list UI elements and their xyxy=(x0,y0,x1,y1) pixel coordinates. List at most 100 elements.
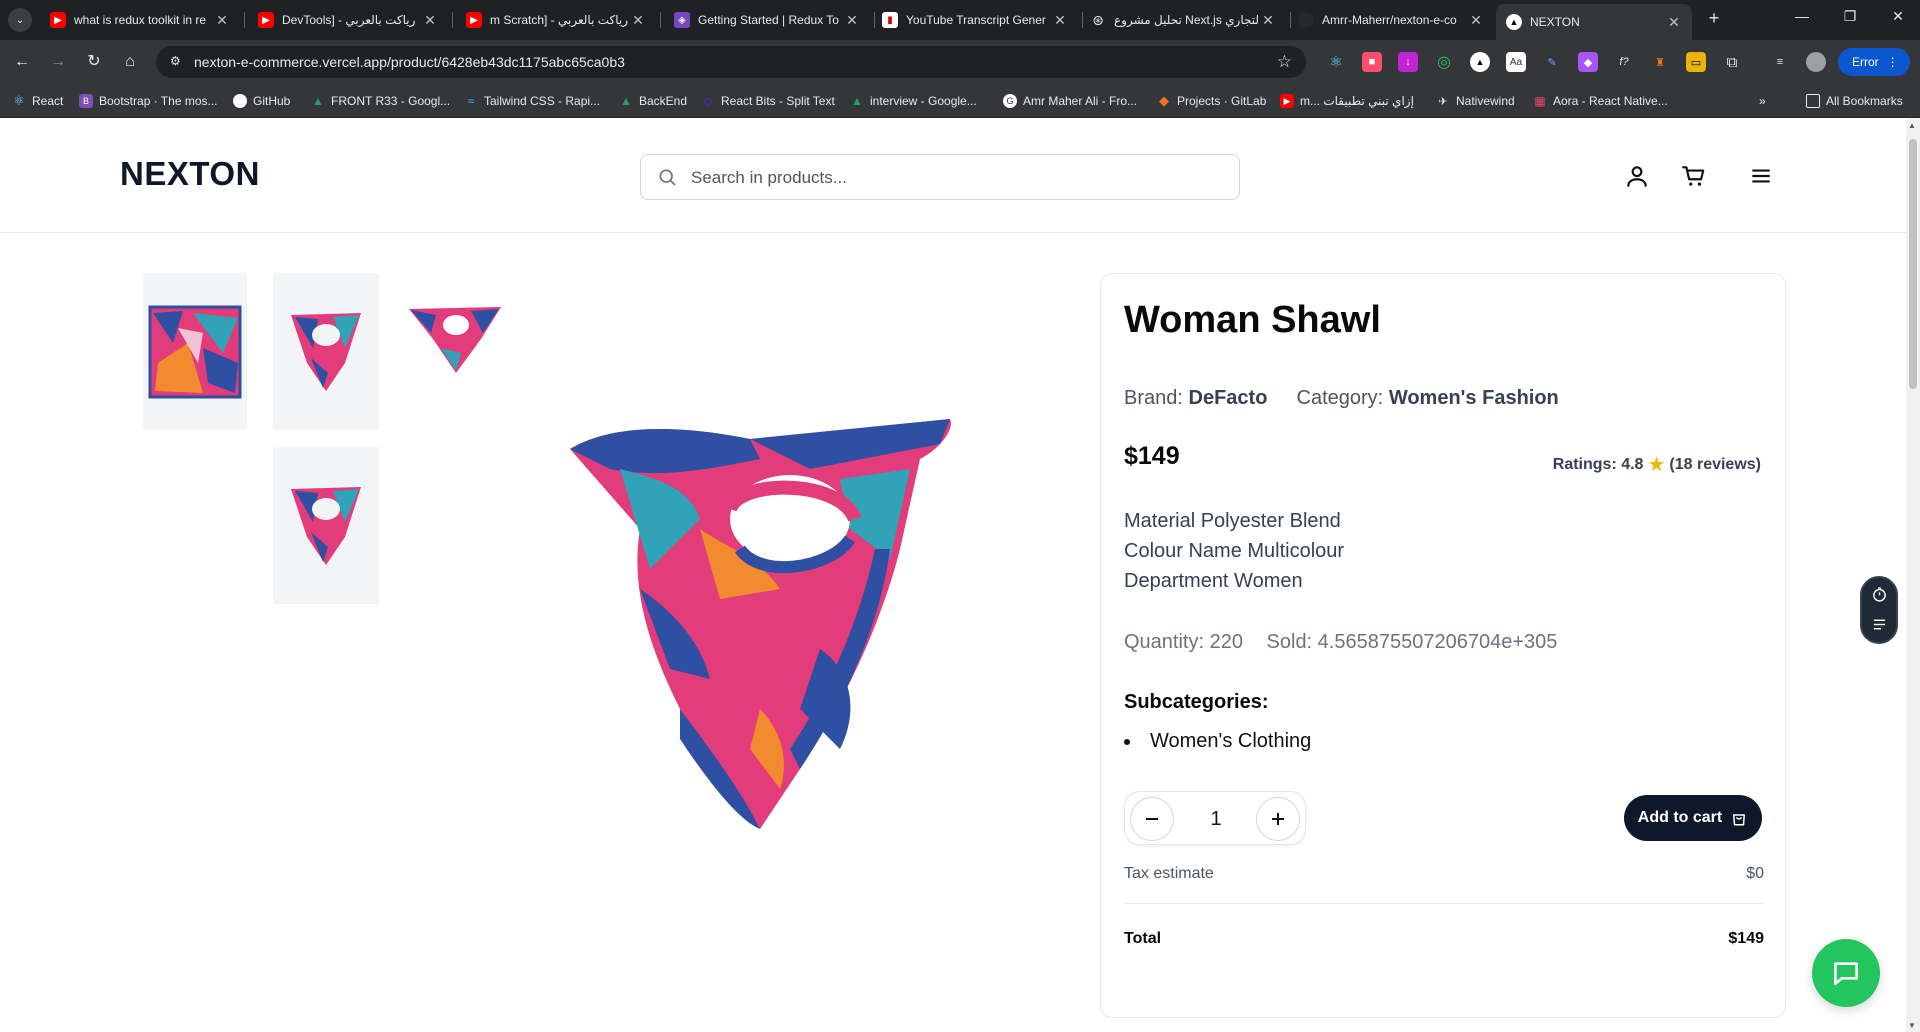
bookmark-item[interactable]: ◇ React Bits - Split Text xyxy=(701,93,834,109)
extension-icon[interactable]: ■ xyxy=(1362,52,1382,72)
forward-icon[interactable]: → xyxy=(46,50,70,74)
download-extension-icon[interactable]: ↓ xyxy=(1398,52,1418,72)
bookmark-item[interactable]: ✈ Nativewind xyxy=(1436,93,1515,109)
floating-side-widget[interactable] xyxy=(1860,576,1898,644)
description-line: Department Women xyxy=(1124,570,1303,592)
profile-avatar-icon[interactable] xyxy=(1806,52,1826,72)
scroll-up-icon[interactable]: ▲ xyxy=(1908,121,1916,130)
minimize-icon[interactable]: — xyxy=(1790,8,1814,24)
site-info-icon[interactable]: ⚙ xyxy=(170,54,186,70)
back-icon[interactable]: ← xyxy=(10,50,34,74)
close-icon[interactable]: ✕ xyxy=(422,12,438,29)
product-thumbnail[interactable] xyxy=(273,273,379,430)
tax-row: Tax estimate $0 xyxy=(1124,865,1764,883)
hamburger-menu-icon[interactable] xyxy=(1748,163,1774,189)
browser-tab[interactable]: ▮ YouTube Transcript Gener ✕ xyxy=(872,4,1078,36)
error-badge[interactable]: Error ⋮ xyxy=(1838,48,1910,76)
extension-icon[interactable]: ♜ xyxy=(1650,52,1670,72)
list-icon[interactable] xyxy=(1871,616,1888,633)
user-icon[interactable] xyxy=(1624,163,1650,189)
extensions-puzzle-icon[interactable]: ⧉ xyxy=(1722,52,1742,72)
browser-tab[interactable]: ▶ DevTools] - رياكت بالعربي ✕ xyxy=(248,4,448,36)
browser-tab[interactable]: ▶ m Scratch] - رياكت بالعربي ✕ xyxy=(456,4,656,36)
bookmark-item[interactable]: ▶ m... إزاي تبني تطبيقات xyxy=(1280,93,1414,109)
bookmark-item[interactable]: ▲ interview - Google... xyxy=(850,93,977,109)
page-scrollbar[interactable]: ▲ ▼ xyxy=(1906,119,1920,1032)
bookmark-item[interactable]: ▲ FRONT R33 - Googl... xyxy=(311,93,450,109)
browser-tab-active[interactable]: ▲ NEXTON ✕ xyxy=(1496,4,1692,40)
close-icon[interactable]: ✕ xyxy=(1052,12,1068,29)
grammar-extension-icon[interactable]: ◎ xyxy=(1434,52,1454,72)
scrollbar-thumb[interactable] xyxy=(1909,139,1917,389)
vercel-extension-icon[interactable]: ▲ xyxy=(1470,52,1490,72)
dictionary-extension-icon[interactable]: Aa xyxy=(1506,52,1526,72)
bullet-icon xyxy=(1124,738,1130,745)
bookmark-item[interactable]: ▦ Aora - React Native... xyxy=(1533,93,1667,109)
restore-icon[interactable]: ❐ xyxy=(1838,8,1862,25)
chat-button[interactable] xyxy=(1812,939,1880,1007)
browser-tab[interactable]: ⊛ تحليل مشروع Next.js التجاري ✕ xyxy=(1080,4,1286,36)
product-thumbnail[interactable] xyxy=(143,273,247,430)
close-icon[interactable]: ✕ xyxy=(844,12,860,29)
browser-tab[interactable]: ▶ what is redux toolkit in re ✕ xyxy=(40,4,240,36)
new-tab-icon[interactable]: + xyxy=(1702,8,1726,29)
bookmarks-bar: ⚛ React B Bootstrap · The mos... GitHub ▲ F… xyxy=(0,84,1920,118)
product-thumbnail[interactable] xyxy=(273,447,379,604)
tab-title: what is redux toolkit in re xyxy=(74,13,207,27)
decrease-quantity-button[interactable] xyxy=(1130,797,1174,841)
site-header: NEXTON Search in products... xyxy=(0,119,1906,233)
product-thumbnail[interactable] xyxy=(401,273,505,430)
react-devtools-icon[interactable]: ⚛ xyxy=(1326,52,1346,72)
close-icon[interactable]: ✕ xyxy=(1468,12,1484,29)
reload-icon[interactable]: ↻ xyxy=(82,50,106,74)
all-bookmarks-item[interactable]: All Bookmarks xyxy=(1806,93,1903,109)
close-icon[interactable]: ✕ xyxy=(214,12,230,29)
bookmark-label: FRONT R33 - Googl... xyxy=(331,94,451,108)
shopping-bag-icon xyxy=(1733,814,1746,826)
browser-tab[interactable]: ◈ Getting Started | Redux To ✕ xyxy=(664,4,870,36)
bookmark-item[interactable]: ≈ Tailwind CSS - Rapi... xyxy=(464,93,600,109)
bookmark-item[interactable]: ▲ BackEnd xyxy=(619,93,687,109)
cart-icon[interactable] xyxy=(1681,163,1707,189)
quantity-value[interactable]: 1 xyxy=(1195,808,1237,831)
close-icon[interactable]: ✕ xyxy=(630,12,646,29)
close-icon[interactable]: ✕ xyxy=(1260,12,1276,29)
stock-info: Quantity: 220 Sold: 4.565875507206704e+3… xyxy=(1124,631,1575,654)
tab-title: Getting Started | Redux To xyxy=(698,13,839,27)
add-to-cart-button[interactable]: Add to cart xyxy=(1624,795,1762,841)
close-icon[interactable]: ✕ xyxy=(1666,14,1682,31)
bookmark-label: Nativewind xyxy=(1456,94,1515,108)
youtube-icon: ▶ xyxy=(1280,94,1294,108)
scroll-down-icon[interactable]: ▼ xyxy=(1908,1021,1916,1030)
tab-search-icon[interactable]: ⌄ xyxy=(8,8,32,32)
scarf-flat-image xyxy=(148,305,242,399)
home-icon[interactable]: ⌂ xyxy=(118,50,142,74)
font-extension-icon[interactable]: f? xyxy=(1614,52,1634,72)
search-box[interactable]: Search in products... xyxy=(640,154,1240,200)
address-bar[interactable]: ⚙ nexton-e-commerce.vercel.app/product/6… xyxy=(156,46,1306,78)
star-icon: ★ xyxy=(1647,454,1666,476)
browser-tab[interactable]: Amrr-Maherr/nexton-e-co ✕ xyxy=(1288,4,1494,36)
bookmark-item[interactable]: G Amr Maher Ali - Fro... xyxy=(1003,93,1137,109)
bookmark-item[interactable]: B Bootstrap · The mos... xyxy=(79,93,218,109)
extension-icon[interactable]: ▭ xyxy=(1686,52,1706,72)
bookmarks-overflow-icon[interactable]: » xyxy=(1759,93,1766,109)
plus-icon xyxy=(1272,813,1284,825)
divider xyxy=(1124,903,1764,904)
bookmark-star-icon[interactable]: ☆ xyxy=(1277,52,1292,72)
site-logo[interactable]: NEXTON xyxy=(120,155,260,193)
increase-quantity-button[interactable] xyxy=(1256,797,1300,841)
product-info-card: Woman Shawl Brand: DeFacto Category: Wom… xyxy=(1100,273,1786,1018)
minus-icon xyxy=(1146,818,1158,820)
bookmark-item[interactable]: GitHub xyxy=(233,93,290,109)
timer-icon[interactable] xyxy=(1871,586,1888,603)
bookmark-item[interactable]: ⚛ React xyxy=(12,93,63,109)
reading-list-icon[interactable]: ≡ xyxy=(1770,52,1790,72)
window-close-icon[interactable]: ✕ xyxy=(1886,8,1910,25)
total-label: Total xyxy=(1124,930,1162,947)
search-input[interactable]: Search in products... xyxy=(691,168,847,188)
pen-extension-icon[interactable]: ✎ xyxy=(1542,52,1562,72)
url-text[interactable]: nexton-e-commerce.vercel.app/product/642… xyxy=(194,54,625,70)
bookmark-item[interactable]: ◆ Projects · GitLab xyxy=(1157,93,1266,109)
extension-icon[interactable]: ◆ xyxy=(1578,52,1598,72)
